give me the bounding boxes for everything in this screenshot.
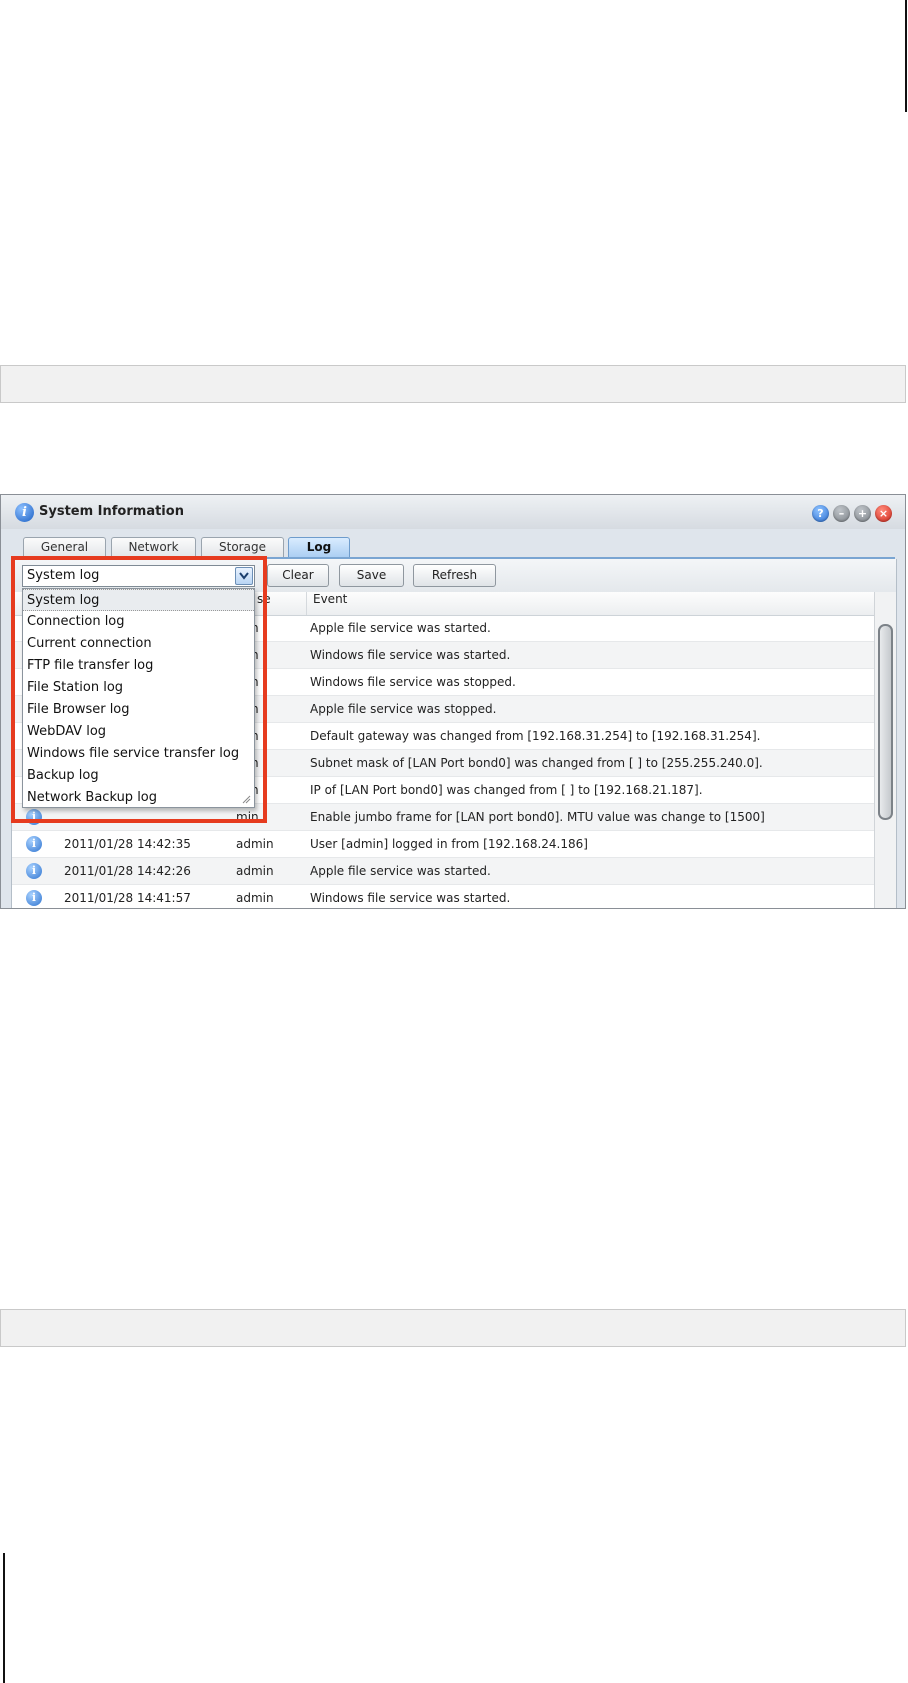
column-header-event[interactable]: Event [306, 592, 874, 615]
row-event: Default gateway was changed from [192.16… [310, 729, 761, 743]
row-event: Apple file service was started. [310, 864, 491, 878]
row-event: Apple file service was started. [310, 621, 491, 635]
grid-scrollbar[interactable] [874, 592, 896, 908]
row-event: IP of [LAN Port bond0] was changed from … [310, 783, 703, 797]
caption-bar-bottom [0, 1309, 906, 1347]
maximize-icon[interactable]: + [854, 505, 871, 522]
tab-log[interactable]: Log [288, 537, 350, 558]
info-icon: i [26, 863, 42, 879]
row-event: Apple file service was stopped. [310, 702, 497, 716]
page-margin-rule [905, 0, 907, 112]
tab-network[interactable]: Network [111, 537, 196, 557]
row-time: 2011/01/28 14:41:57 [64, 891, 191, 905]
page-margin-rule-left [3, 1553, 5, 1683]
row-event: Enable jumbo frame for [LAN port bond0].… [310, 810, 765, 824]
tab-general[interactable]: General [23, 537, 106, 557]
info-icon: i [15, 503, 34, 522]
table-row[interactable]: i 2011/01/28 14:42:35 admin User [admin]… [12, 831, 874, 858]
table-row[interactable]: i 2011/01/28 14:42:26 admin Apple file s… [12, 858, 874, 885]
row-time: 2011/01/28 14:42:35 [64, 837, 191, 851]
table-row[interactable]: i 2011/01/28 14:41:57 admin Windows file… [12, 885, 874, 908]
row-user: admin [236, 864, 274, 878]
minimize-icon[interactable]: – [833, 505, 850, 522]
scrollbar-thumb[interactable] [878, 624, 893, 820]
refresh-button[interactable]: Refresh [413, 564, 496, 587]
close-icon[interactable]: × [875, 505, 892, 522]
row-event: Windows file service was stopped. [310, 675, 516, 689]
row-event: Subnet mask of [LAN Port bond0] was chan… [310, 756, 763, 770]
caption-bar-top [0, 365, 906, 403]
dropdown-highlight-box [11, 556, 267, 823]
window-title: System Information [39, 504, 184, 519]
row-time: 2011/01/28 14:42:26 [64, 864, 191, 878]
row-user: admin [236, 891, 274, 905]
row-event: Windows file service was started. [310, 891, 511, 905]
tab-storage[interactable]: Storage [201, 537, 284, 557]
row-user: admin [236, 837, 274, 851]
clear-button[interactable]: Clear [267, 564, 329, 587]
window-titlebar[interactable]: i System Information ? – + × [1, 495, 905, 529]
row-event: Windows file service was started. [310, 648, 511, 662]
save-button[interactable]: Save [339, 564, 404, 587]
info-icon: i [26, 836, 42, 852]
info-icon: i [26, 890, 42, 906]
row-event: User [admin] logged in from [192.168.24.… [310, 837, 588, 851]
help-icon[interactable]: ? [812, 505, 829, 522]
